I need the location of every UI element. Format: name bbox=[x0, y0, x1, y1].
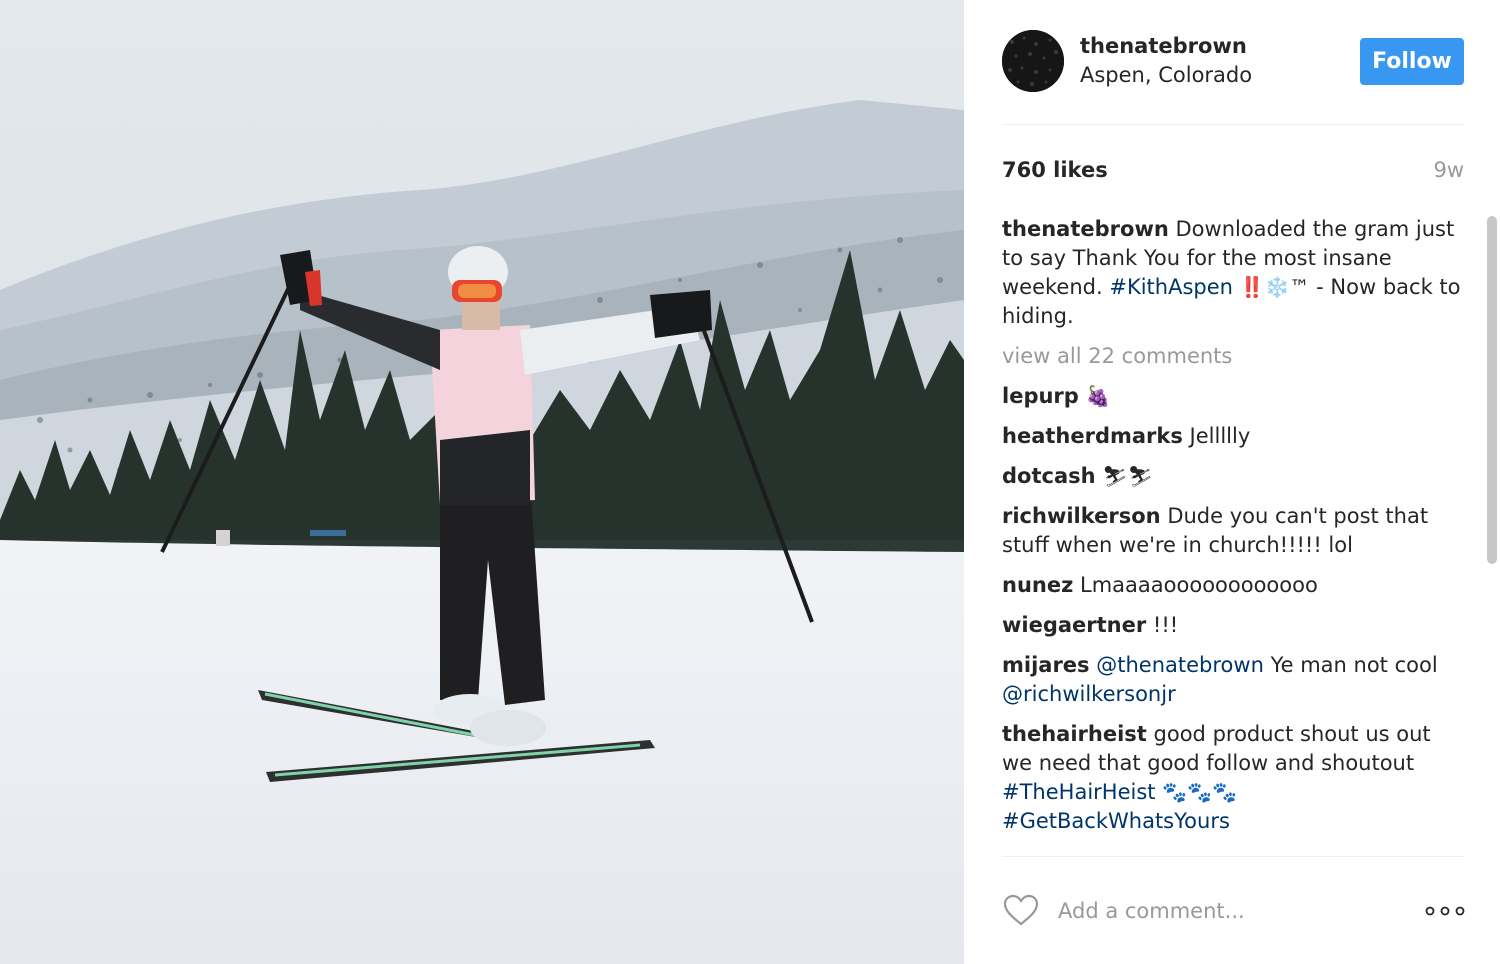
comment-item: dotcash ⛷⛷ bbox=[1002, 462, 1464, 491]
comment-item: lepurp 🍇 bbox=[1002, 382, 1464, 411]
comment-username[interactable]: dotcash bbox=[1002, 464, 1096, 488]
comment-mention[interactable]: @richwilkersonjr bbox=[1002, 682, 1176, 706]
comments-list: thenatebrown Downloaded the gram just to… bbox=[1002, 215, 1464, 856]
comments-scrollbar-thumb[interactable] bbox=[1487, 216, 1497, 564]
comment-hashtag[interactable]: #TheHairHeist bbox=[1002, 780, 1156, 804]
comment-hashtag[interactable]: #GetBackWhatsYours bbox=[1002, 809, 1230, 833]
comment-mention[interactable]: @thenatebrown bbox=[1096, 653, 1264, 677]
header-divider bbox=[1002, 124, 1464, 125]
comment-text: Ye man not cool bbox=[1270, 653, 1438, 677]
comment-username[interactable]: nunez bbox=[1002, 573, 1073, 597]
location[interactable]: Aspen, Colorado bbox=[1080, 63, 1252, 87]
comment-emoji: 🐾🐾🐾 bbox=[1162, 780, 1237, 804]
comment-item: nunez Lmaaaaoooooooooooo bbox=[1002, 571, 1464, 600]
caption-emoji: ‼️❄️™ bbox=[1239, 275, 1310, 299]
caption-hashtag[interactable]: #KithAspen bbox=[1109, 275, 1233, 299]
comment-text: Lmaaaaoooooooooooo bbox=[1080, 573, 1318, 597]
comment-text: ⛷⛷ bbox=[1102, 464, 1154, 488]
comment-text: !!! bbox=[1152, 613, 1179, 637]
post-time[interactable]: 9w bbox=[1404, 158, 1464, 182]
comment-username[interactable]: thehairheist bbox=[1002, 722, 1147, 746]
avatar-pattern-icon bbox=[1002, 30, 1064, 92]
username[interactable]: thenatebrown bbox=[1080, 34, 1247, 58]
ski-photo-illustration bbox=[0, 0, 964, 964]
comment-username[interactable]: richwilkerson bbox=[1002, 504, 1161, 528]
comment-username[interactable]: heatherdmarks bbox=[1002, 424, 1183, 448]
post-photo[interactable] bbox=[0, 0, 964, 964]
caption-username[interactable]: thenatebrown bbox=[1002, 217, 1169, 241]
comment-item: heatherdmarks Jellllly bbox=[1002, 422, 1464, 451]
avatar[interactable] bbox=[1002, 30, 1064, 92]
comment-item: richwilkerson Dude you can't post that s… bbox=[1002, 502, 1464, 560]
post-side-panel: thenatebrown Aspen, Colorado Follow 760 … bbox=[964, 0, 1500, 964]
caption: thenatebrown Downloaded the gram just to… bbox=[1002, 215, 1464, 331]
post-header: thenatebrown Aspen, Colorado Follow bbox=[1002, 30, 1464, 94]
comment-input[interactable] bbox=[1058, 893, 1388, 929]
comment-username[interactable]: wiegaertner bbox=[1002, 613, 1146, 637]
view-all-comments-link[interactable]: view all 22 comments bbox=[1002, 342, 1464, 371]
likes-count[interactable]: 760 likes bbox=[1002, 158, 1108, 182]
comment-text: 🍇 bbox=[1085, 384, 1111, 408]
comment-item: thehairheist good product shout us out w… bbox=[1002, 720, 1464, 836]
comment-username[interactable]: lepurp bbox=[1002, 384, 1079, 408]
comment-username[interactable]: mijares bbox=[1002, 653, 1090, 677]
more-options-icon[interactable] bbox=[1424, 904, 1466, 918]
follow-button[interactable]: Follow bbox=[1360, 38, 1464, 85]
heart-icon[interactable] bbox=[1002, 893, 1040, 927]
comment-text: Jellllly bbox=[1189, 424, 1251, 448]
comment-item: mijares @thenatebrown Ye man not cool @r… bbox=[1002, 651, 1464, 709]
footer-divider bbox=[1002, 856, 1464, 857]
comment-item: wiegaertner !!! bbox=[1002, 611, 1464, 640]
